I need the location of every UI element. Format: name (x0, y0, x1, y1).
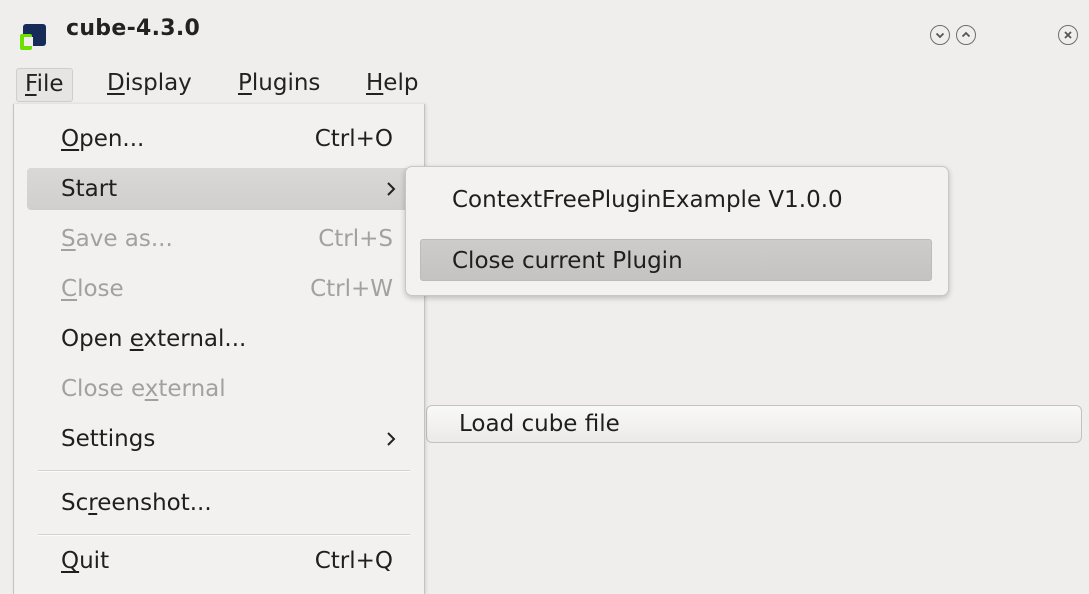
load-cube-file-button[interactable]: Load cube file (426, 405, 1082, 443)
maximize-icon[interactable] (956, 25, 976, 45)
menu-plugins[interactable]: Plugins (230, 68, 328, 100)
menu-item-settings[interactable]: Settings (27, 418, 411, 460)
menu-separator (38, 470, 410, 472)
submenu-item-context-free-plugin[interactable]: ContextFreePluginExample V1.0.0 (420, 179, 932, 221)
title-bar: cube-4.3.0 (0, 0, 1089, 60)
menu-bar: File Display Plugins Help (0, 60, 1089, 104)
menu-item-quit[interactable]: Quit Ctrl+Q (27, 540, 411, 582)
chevron-right-icon (385, 418, 397, 474)
menu-display[interactable]: Display (99, 68, 200, 100)
menu-item-screenshot[interactable]: Screenshot... (27, 482, 411, 524)
menu-item-open[interactable]: Open... Ctrl+O (27, 118, 411, 160)
menu-item-start[interactable]: Start (27, 168, 411, 210)
start-submenu: ContextFreePluginExample V1.0.0 Close cu… (405, 166, 949, 296)
menu-item-close-external[interactable]: Close external (27, 368, 411, 410)
window-title: cube-4.3.0 (66, 16, 201, 41)
menu-item-open-external[interactable]: Open external... (27, 318, 411, 360)
cube-app-icon (20, 24, 46, 50)
shortcut-label: Ctrl+W (310, 276, 393, 302)
file-menu: Open... Ctrl+O Start Save as... Ctrl+S C… (13, 104, 425, 594)
menu-item-save-as[interactable]: Save as... Ctrl+S (27, 218, 411, 260)
shortcut-label: Ctrl+Q (314, 548, 393, 574)
chevron-right-icon (385, 168, 397, 224)
minimize-icon[interactable] (930, 25, 950, 45)
menu-separator (38, 534, 410, 536)
submenu-item-close-current-plugin[interactable]: Close current Plugin (420, 239, 932, 281)
menu-item-close[interactable]: Close Ctrl+W (27, 268, 411, 310)
close-icon[interactable] (1058, 25, 1078, 45)
menu-help[interactable]: Help (358, 68, 426, 100)
shortcut-label: Ctrl+S (318, 226, 393, 252)
menu-file[interactable]: File (16, 68, 73, 102)
shortcut-label: Ctrl+O (314, 126, 393, 152)
